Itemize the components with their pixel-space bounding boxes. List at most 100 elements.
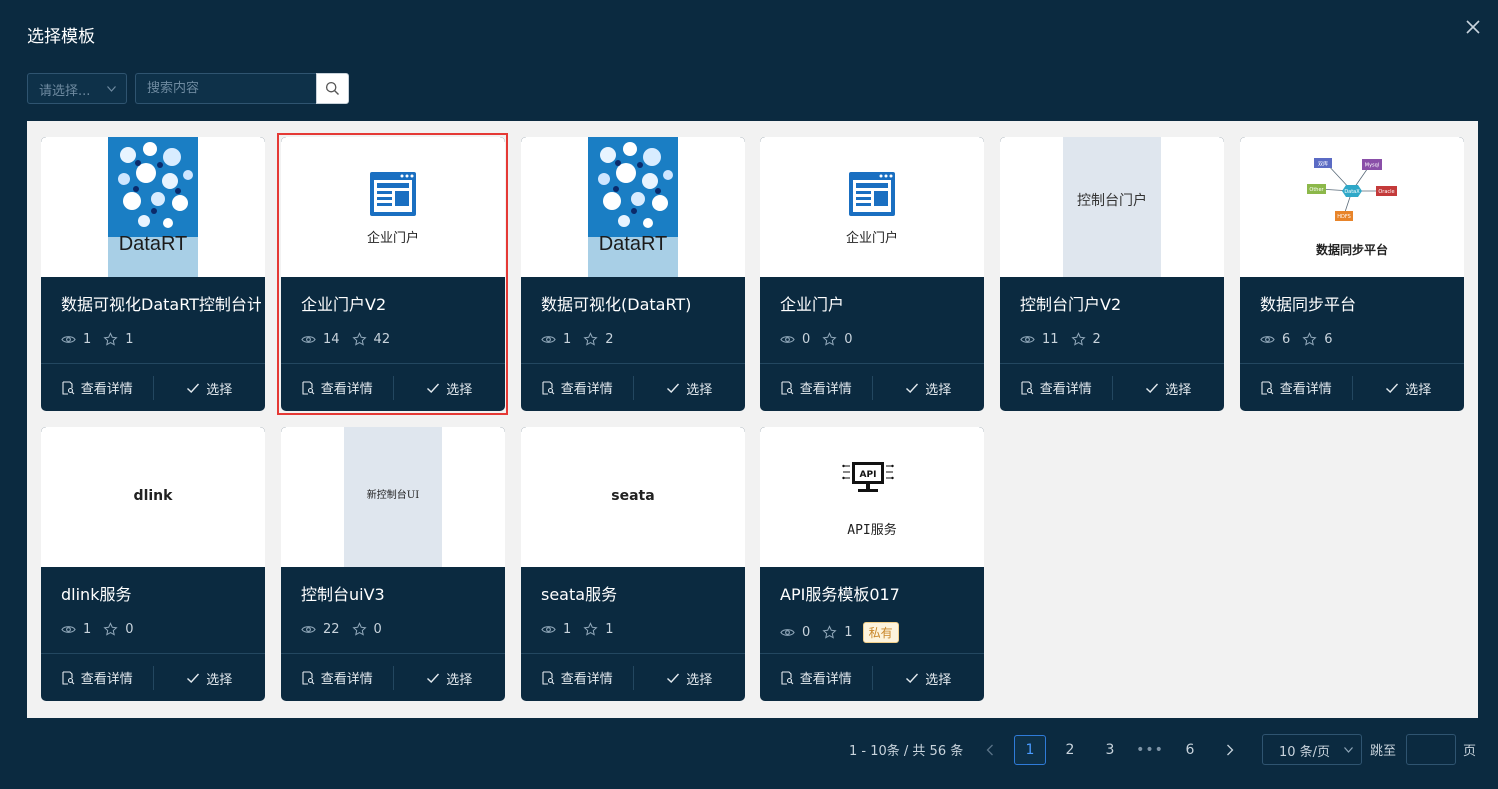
star-count: 1	[605, 622, 614, 637]
document-search-icon	[1261, 380, 1274, 395]
template-card[interactable]: 企业门户 企业门户V2 14 42 查看详情 选择	[281, 137, 505, 411]
view-details-button[interactable]: 查看详情	[281, 654, 393, 701]
star-icon[interactable]	[351, 622, 367, 637]
card-actions: 查看详情 选择	[1000, 363, 1224, 411]
diagram-label: Oracle	[1378, 189, 1394, 195]
page-suffix: 页	[1463, 744, 1477, 759]
star-icon[interactable]	[1302, 332, 1317, 347]
page-ellipsis[interactable]: •••	[1134, 735, 1166, 765]
template-card[interactable]: API API服务 API服务模板017 0 1 私有 查看详情 选择	[760, 427, 984, 701]
search-input[interactable]	[135, 73, 316, 104]
select-button[interactable]: 选择	[1351, 376, 1465, 400]
star-count: 6	[1324, 332, 1333, 347]
thumbnail-text: 控制台门户	[1077, 193, 1147, 209]
star-icon[interactable]	[351, 332, 367, 347]
select-button[interactable]: 选择	[632, 376, 746, 400]
select-button[interactable]: 选择	[871, 666, 985, 690]
select-label: 选择	[686, 382, 713, 398]
view-details-button[interactable]: 查看详情	[1240, 364, 1352, 411]
template-card[interactable]: dlink dlink服务 1 0 查看详情 选择	[41, 427, 265, 701]
eye-icon	[780, 336, 795, 343]
select-button[interactable]: 选择	[152, 666, 266, 690]
page-6[interactable]: 6	[1174, 735, 1206, 765]
view-count: 1	[563, 332, 572, 347]
view-details-button[interactable]: 查看详情	[41, 654, 153, 701]
template-name: 控制台门户V2	[1020, 295, 1122, 314]
page-2[interactable]: 2	[1054, 735, 1086, 765]
page-3[interactable]: 3	[1094, 735, 1126, 765]
page-size-value: 10 条/页	[1279, 745, 1331, 760]
star-icon[interactable]	[103, 622, 118, 637]
prev-page-button[interactable]	[974, 735, 1006, 765]
template-card[interactable]: 企业门户 企业门户 0 0 查看详情 选择	[760, 137, 984, 411]
template-stats: 1 0	[61, 622, 146, 637]
view-details-button[interactable]: 查看详情	[760, 364, 872, 411]
select-button[interactable]: 选择	[152, 376, 266, 400]
thumbnail-text: API服务	[847, 523, 897, 538]
thumbnail-text: 企业门户	[366, 231, 419, 246]
select-label: 选择	[925, 382, 952, 398]
view-count: 1	[563, 622, 572, 637]
star-icon[interactable]	[822, 625, 837, 640]
view-count: 1	[83, 332, 92, 347]
eye-icon	[61, 626, 76, 633]
eye-icon	[541, 626, 556, 633]
view-details-button[interactable]: 查看详情	[281, 364, 393, 411]
jump-page-input[interactable]	[1406, 734, 1456, 765]
select-button[interactable]: 选择	[1111, 376, 1225, 400]
portal-icon	[370, 172, 416, 216]
template-card[interactable]: DataRT 数据可视化(DataRT) 1 2 查看详情 选择	[521, 137, 745, 411]
template-card[interactable]: 新控制台UI 控制台uiV3 22 0 查看详情 选择	[281, 427, 505, 701]
template-card[interactable]: seata seata服务 1 1 查看详情 选择	[521, 427, 745, 701]
close-icon[interactable]	[1464, 18, 1482, 36]
page-size-select[interactable]: 10 条/页	[1262, 734, 1362, 765]
view-details-button[interactable]: 查看详情	[760, 654, 872, 701]
card-actions: 查看详情 选择	[281, 363, 505, 411]
select-label: 选择	[446, 672, 473, 688]
select-button[interactable]: 选择	[392, 666, 506, 690]
template-stats: 1 2	[541, 332, 626, 347]
template-thumbnail: 双库 Mysql Other DataX Oracle HDFS 数据同步平台	[1240, 137, 1464, 277]
template-name: 控制台uiV3	[301, 585, 385, 604]
view-details-label: 查看详情	[560, 382, 613, 397]
select-button[interactable]: 选择	[392, 376, 506, 400]
dialog-title: 选择模板	[27, 27, 95, 47]
star-icon[interactable]	[1070, 332, 1086, 347]
template-thumbnail: 控制台门户	[1000, 137, 1224, 277]
template-card[interactable]: 双库 Mysql Other DataX Oracle HDFS 数据同步平台 …	[1240, 137, 1464, 411]
document-search-icon	[62, 670, 75, 685]
template-card[interactable]: DataRT 数据可视化DataRT控制台计 1 1 查看详情 选择	[41, 137, 265, 411]
star-icon[interactable]	[822, 332, 837, 347]
card-actions: 查看详情 选择	[281, 653, 505, 701]
thumbnail-text: seata	[611, 488, 655, 504]
view-details-button[interactable]: 查看详情	[521, 364, 633, 411]
page-1[interactable]: 1	[1014, 735, 1046, 765]
select-label: 选择	[686, 672, 713, 688]
template-name: 数据同步平台	[1260, 295, 1357, 314]
star-count: 0	[844, 332, 853, 347]
select-label: 选择	[1405, 382, 1432, 398]
view-details-button[interactable]: 查看详情	[1000, 364, 1112, 411]
star-icon[interactable]	[583, 332, 598, 347]
view-details-button[interactable]: 查看详情	[521, 654, 633, 701]
check-icon	[1146, 383, 1159, 393]
document-search-icon	[62, 380, 75, 395]
document-search-icon	[542, 380, 555, 395]
document-search-icon	[302, 670, 315, 685]
category-select[interactable]: 请选择...	[27, 73, 127, 104]
view-details-button[interactable]: 查看详情	[41, 364, 153, 411]
star-icon[interactable]	[583, 622, 598, 637]
private-badge: 私有	[862, 622, 899, 643]
diagram-label: DataX	[1344, 189, 1360, 195]
next-page-button[interactable]	[1214, 735, 1246, 765]
view-details-label: 查看详情	[80, 382, 133, 397]
eye-icon	[780, 629, 795, 636]
check-icon	[187, 383, 200, 393]
template-card[interactable]: 控制台门户 控制台门户V2 11 2 查看详情 选择	[1000, 137, 1224, 411]
diagram-label: 双库	[1318, 161, 1328, 168]
template-name: 企业门户	[780, 295, 845, 314]
star-icon[interactable]	[103, 332, 118, 347]
select-button[interactable]: 选择	[632, 666, 746, 690]
select-button[interactable]: 选择	[871, 376, 985, 400]
search-button[interactable]	[316, 73, 349, 104]
